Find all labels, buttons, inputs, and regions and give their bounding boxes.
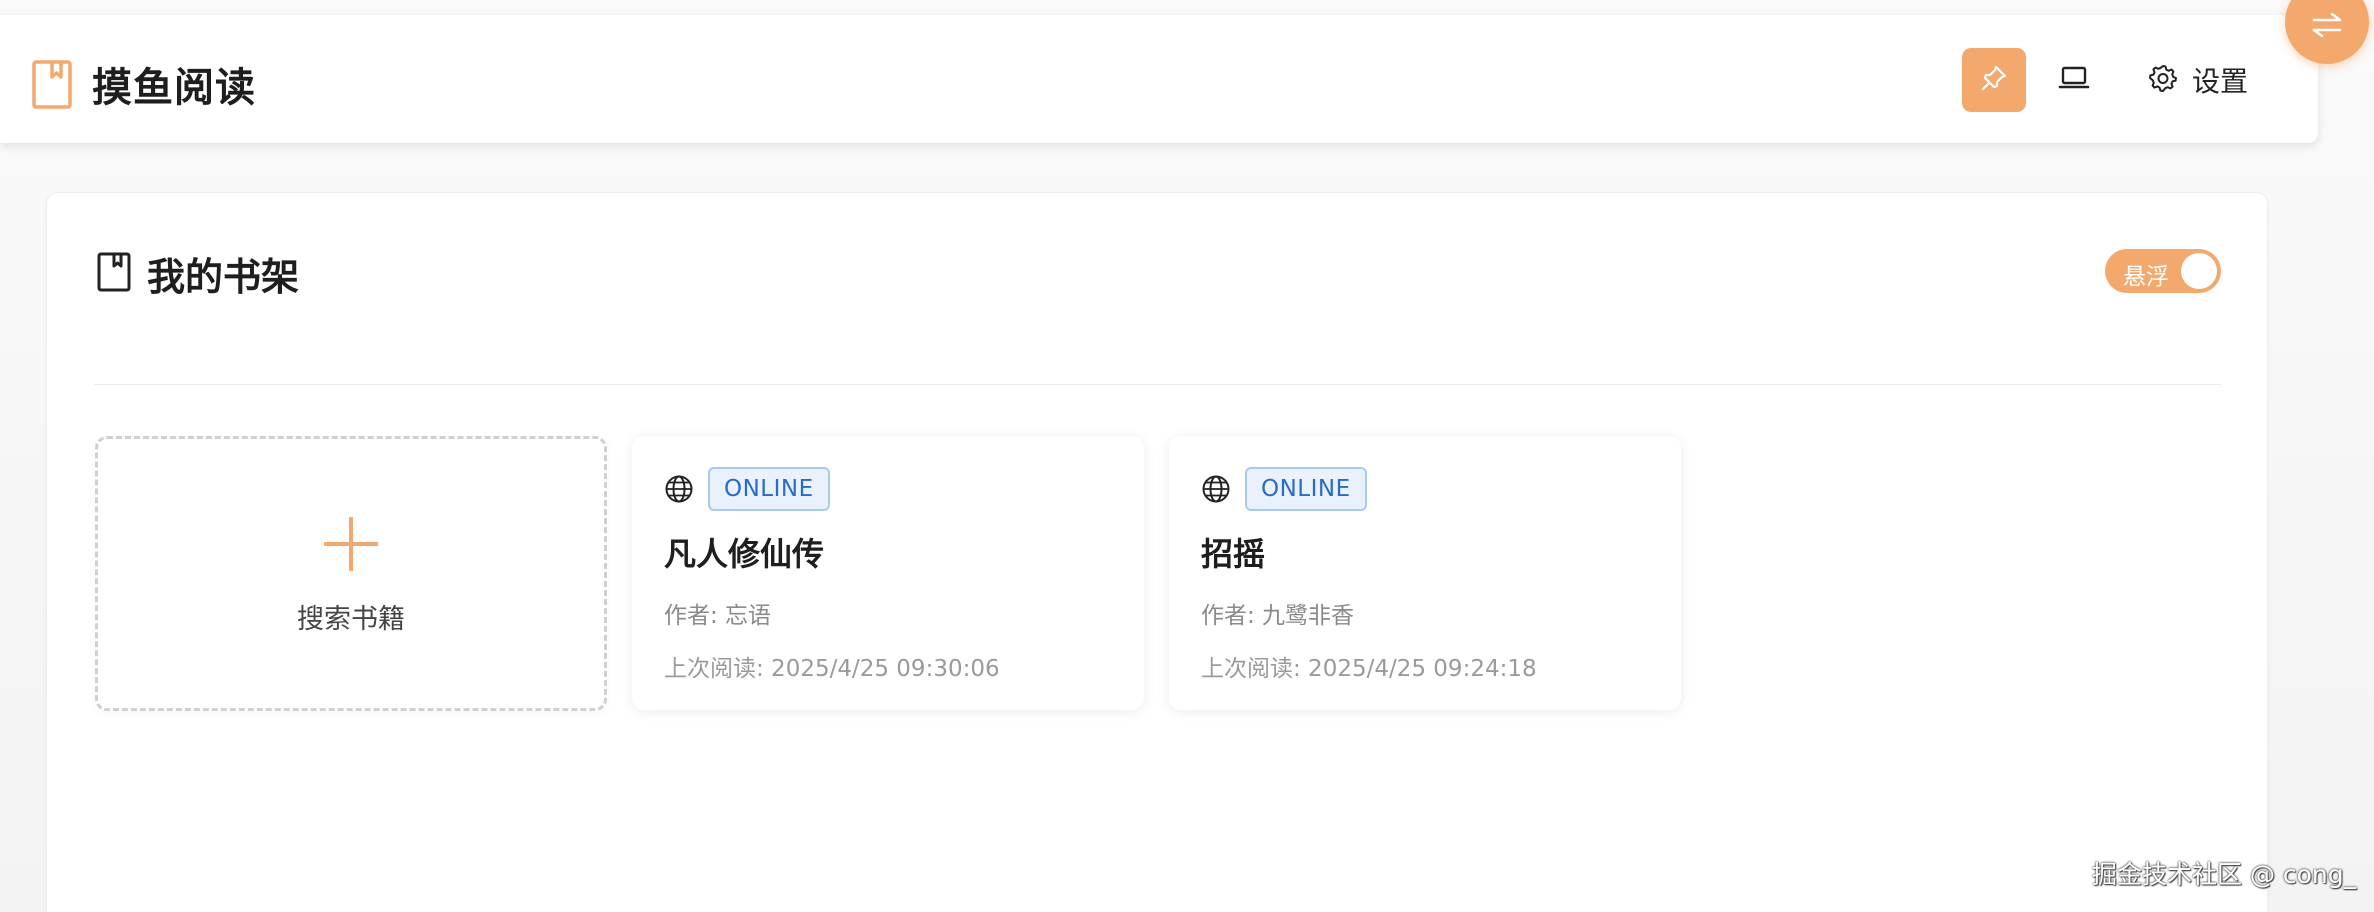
book-last-read: 上次阅读: 2025/4/25 09:30:06 [664,656,1000,682]
top-header: 摸鱼阅读 设置 [0,15,2318,143]
swap-arrows-icon [2310,12,2344,41]
book-author: 作者: 忘语 [664,603,772,629]
pin-button[interactable] [1962,48,2026,112]
float-toggle[interactable]: 悬浮 [2105,249,2221,293]
book-title: 凡人修仙传 [664,535,825,573]
book-author: 作者: 九鹭非香 [1201,603,1355,629]
bookshelf-panel: 我的书架 悬浮 搜索书籍 ONLINE 凡人修仙传 作者: 忘语 上次阅读: 2… [46,192,2268,912]
settings-label: 设置 [2192,65,2249,98]
book-last-read: 上次阅读: 2025/4/25 09:24:18 [1201,656,1537,682]
globe-icon [664,474,694,504]
source-badge: ONLINE [1245,467,1367,511]
brand: 摸鱼阅读 [32,55,256,113]
float-toggle-label: 悬浮 [2123,264,2169,290]
laptop-icon [2058,64,2090,96]
pin-icon [1979,63,2009,97]
plus-icon [324,517,378,571]
watermark: 掘金技术社区 @ cong_ [2092,860,2357,889]
book-title: 招摇 [1201,535,1266,573]
settings-button[interactable]: 设置 [2148,48,2248,112]
laptop-button[interactable] [2042,48,2106,112]
bookshelf-header: 我的书架 [97,246,299,301]
toggle-knob [2181,253,2217,289]
app-root: 摸鱼阅读 设置 我的书架 悬浮 搜索书籍 ONLINE 凡人修仙传 作者: 忘语… [0,0,2374,912]
app-title: 摸鱼阅读 [92,65,256,111]
search-books-card[interactable]: 搜索书籍 [95,436,607,711]
book-card[interactable]: ONLINE 招摇 作者: 九鹭非香 上次阅读: 2025/4/25 09:24… [1169,436,1681,710]
source-badge: ONLINE [708,467,830,511]
bookmark-outline-icon [97,252,131,296]
bookmark-icon [32,59,72,109]
search-books-label: 搜索书籍 [297,604,405,635]
bookshelf-title: 我的书架 [147,255,300,299]
book-card[interactable]: ONLINE 凡人修仙传 作者: 忘语 上次阅读: 2025/4/25 09:3… [632,436,1144,710]
divider [94,384,2221,385]
globe-icon [1201,474,1231,504]
gear-icon [2148,63,2178,97]
